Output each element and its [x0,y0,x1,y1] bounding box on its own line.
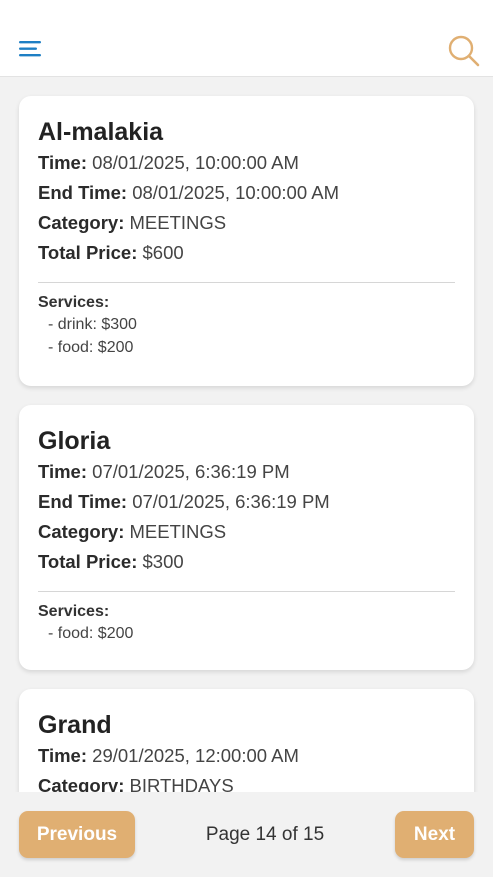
end-time-label: End Time: [38,491,128,512]
booking-card[interactable]: Gloria Time: 07/01/2025, 6:36:19 PM End … [19,405,474,670]
page-indicator: Page 14 of 15 [205,823,325,845]
booking-list[interactable]: Al-malakia Time: 08/01/2025, 10:00:00 AM… [0,77,493,792]
category-value: BIRTHDAYS [129,775,234,792]
category-row: Category: MEETINGS [38,517,455,547]
time-value: 29/01/2025, 12:00:00 AM [92,745,299,766]
booking-card[interactable]: Grand Time: 29/01/2025, 12:00:00 AM Cate… [19,689,474,792]
booking-name: Grand [38,711,112,739]
total-price-label: Total Price: [38,242,138,263]
pagination-bar: Previous Page 14 of 15 Next [0,792,493,877]
time-label: Time: [38,745,88,766]
time-label: Time: [38,152,88,173]
time-label: Time: [38,461,88,482]
category-value: MEETINGS [129,521,227,542]
search-icon[interactable] [446,33,480,67]
service-item: - drink: $300 [48,316,137,333]
service-item: - food: $200 [48,339,134,356]
total-price-row: Total Price: $300 [38,547,455,577]
category-row: Category: BIRTHDAYS [38,771,455,792]
category-label: Category: [38,212,125,233]
booking-card[interactable]: Al-malakia Time: 08/01/2025, 10:00:00 AM… [19,96,474,386]
time-row: Time: 07/01/2025, 6:36:19 PM [38,457,455,487]
category-label: Category: [38,521,125,542]
total-price-row: Total Price: $600 [38,238,455,268]
end-time-row: End Time: 08/01/2025, 10:00:00 AM [38,178,455,208]
divider [38,591,455,592]
end-time-label: End Time: [38,182,128,203]
total-price-value: $600 [142,242,184,263]
next-button[interactable]: Next [395,811,474,858]
category-row: Category: MEETINGS [38,208,455,238]
app-header [0,0,493,77]
divider [38,282,455,283]
time-row: Time: 08/01/2025, 10:00:00 AM [38,148,455,178]
service-item: - food: $200 [48,625,134,642]
total-price-label: Total Price: [38,551,138,572]
total-price-value: $300 [142,551,184,572]
end-time-value: 07/01/2025, 6:36:19 PM [132,491,330,512]
services-label: Services: [38,294,110,311]
end-time-row: End Time: 07/01/2025, 6:36:19 PM [38,487,455,517]
previous-button[interactable]: Previous [19,811,135,858]
booking-name: Gloria [38,427,111,455]
hamburger-menu-icon[interactable] [18,38,44,60]
time-value: 07/01/2025, 6:36:19 PM [92,461,290,482]
booking-name: Al-malakia [38,118,164,146]
category-label: Category: [38,775,125,792]
end-time-value: 08/01/2025, 10:00:00 AM [132,182,339,203]
category-value: MEETINGS [129,212,227,233]
time-row: Time: 29/01/2025, 12:00:00 AM [38,741,455,771]
time-value: 08/01/2025, 10:00:00 AM [92,152,299,173]
services-label: Services: [38,603,110,620]
